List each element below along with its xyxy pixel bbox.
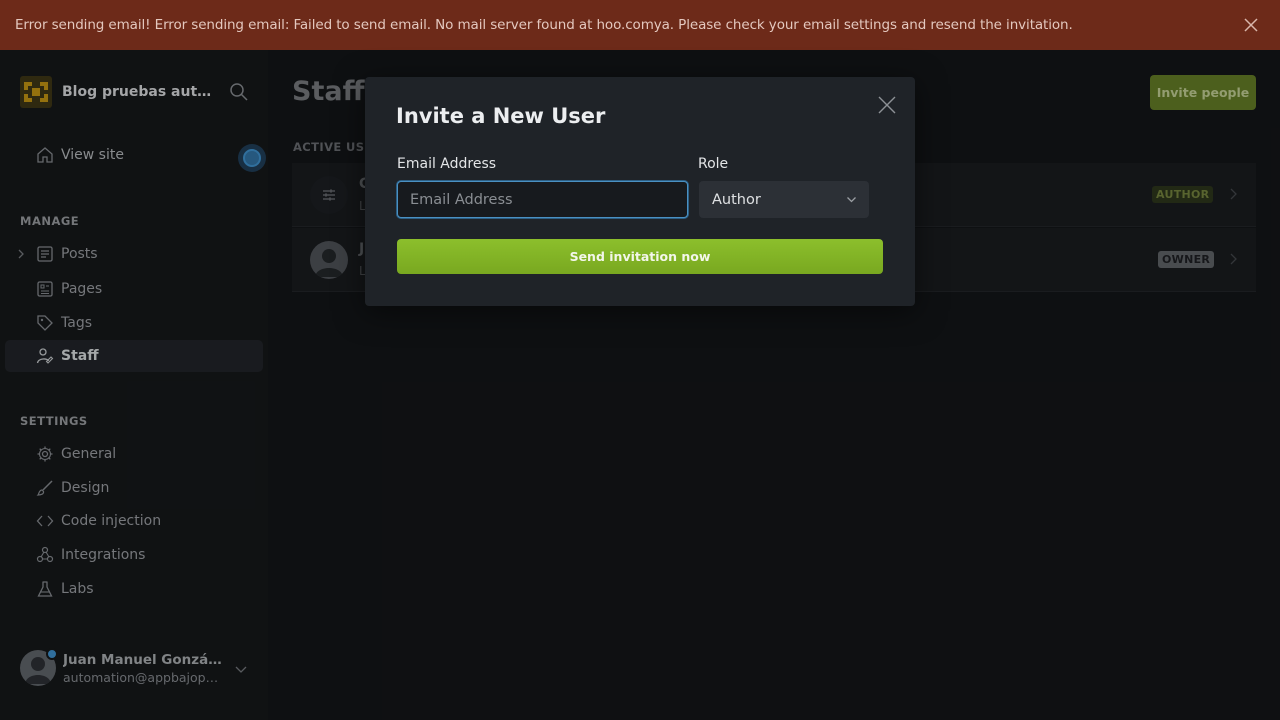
role-label: Role [698, 156, 729, 172]
error-banner: Error sending email! Error sending email… [0, 0, 1280, 50]
send-invitation-button[interactable]: Send invitation now [397, 239, 883, 274]
role-select-value: Author [712, 191, 761, 208]
error-message: Error sending email! Error sending email… [15, 17, 1073, 33]
chevron-down-icon [847, 197, 856, 203]
email-label: Email Address [397, 156, 497, 172]
modal-title: Invite a New User [396, 104, 606, 128]
close-icon[interactable] [877, 95, 897, 115]
close-icon[interactable] [1240, 14, 1262, 36]
invite-user-modal: Invite a New User Email Address Role Aut… [365, 77, 915, 306]
role-select[interactable]: Author [699, 181, 869, 218]
email-field[interactable] [397, 181, 688, 218]
